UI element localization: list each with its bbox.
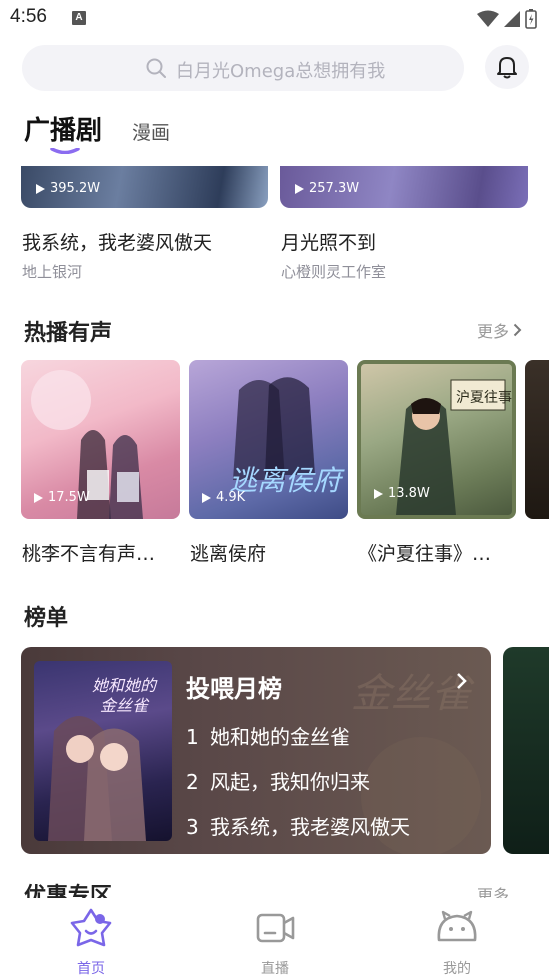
rank-card-peek[interactable]: [503, 647, 549, 854]
drama-card-cover[interactable]: 395.2W: [21, 166, 268, 208]
search-bar[interactable]: 白月光Omega总想拥有我: [22, 45, 464, 91]
chevron-right-icon[interactable]: [456, 672, 468, 690]
status-icons: [477, 9, 537, 29]
live-camera-icon: [256, 913, 295, 943]
cover-art: 她和她的 金丝雀: [48, 676, 158, 841]
drama-card-cover-peek[interactable]: [525, 360, 549, 519]
nav-live-label: 直播: [261, 961, 289, 976]
bell-icon: [497, 57, 517, 79]
drama-title[interactable]: 月光照不到: [281, 228, 376, 255]
play-icon: [295, 183, 304, 194]
search-placeholder: 白月光Omega总想拥有我: [176, 61, 386, 82]
tab-comic[interactable]: 漫画: [132, 118, 170, 145]
battery-icon: [525, 9, 537, 29]
rank-cover: 她和她的 金丝雀: [34, 661, 172, 841]
drama-title[interactable]: 《沪夏往事》…: [358, 539, 517, 566]
drama-card-cover[interactable]: 逃离侯府 4.9K: [189, 360, 348, 519]
rank-item[interactable]: 1 她和她的金丝雀: [186, 721, 350, 750]
bottom-nav: 首页 直播 我的: [0, 898, 549, 976]
wifi-icon: [477, 10, 499, 27]
drama-title[interactable]: 我系统，我老婆风傲天: [22, 228, 212, 255]
play-count: 4.9K: [201, 490, 245, 505]
chevron-right-icon: [513, 323, 522, 337]
signal-icon: [504, 11, 520, 27]
notification-a-icon: A: [72, 11, 86, 25]
rank-card[interactable]: 金丝雀 她和她的 金丝雀 投喂月榜 1 她和她的金丝雀 2 风起，我知你归来 3 我系…: [21, 647, 491, 854]
search-icon: [146, 58, 166, 78]
nav-profile[interactable]: 我的: [417, 906, 497, 976]
nav-home[interactable]: 首页: [51, 906, 131, 976]
tab-active-indicator: [50, 148, 80, 154]
home-star-icon: [70, 908, 112, 947]
rank-card-title: 投喂月榜: [186, 675, 282, 703]
drama-card-cover[interactable]: 257.3W: [280, 166, 528, 208]
rank-item[interactable]: 3 我系统，我老婆风傲天: [186, 811, 410, 840]
svg-text:沪夏往事: 沪夏往事: [456, 390, 512, 406]
drama-card-cover[interactable]: 沪夏往事 13.8W: [357, 360, 516, 519]
section-title-rank: 榜单: [24, 606, 69, 631]
drama-author: 心橙则灵工作室: [281, 263, 387, 281]
play-count: 13.8W: [373, 486, 430, 501]
more-link-hot[interactable]: 更多: [477, 318, 522, 342]
svg-text:她和她的: 她和她的: [92, 676, 158, 695]
drama-card-cover[interactable]: 17.5W: [21, 360, 180, 519]
status-bar: 4:56 A: [0, 0, 549, 36]
play-count: 257.3W: [294, 181, 359, 196]
nav-home-label: 首页: [77, 961, 105, 976]
section-title-hot: 热播有声: [24, 321, 113, 346]
nav-profile-label: 我的: [443, 961, 471, 976]
svg-text:金丝雀: 金丝雀: [100, 696, 150, 715]
play-icon: [34, 492, 43, 503]
nav-live[interactable]: 直播: [235, 906, 315, 976]
tab-radio-drama[interactable]: 广播剧: [24, 110, 102, 147]
svg-text:逃离侯府: 逃离侯府: [229, 464, 345, 497]
play-icon: [202, 492, 211, 503]
drama-title[interactable]: 逃离侯府: [190, 539, 349, 566]
notification-button[interactable]: [485, 45, 529, 89]
play-count: 395.2W: [35, 181, 100, 196]
rank-item[interactable]: 2 风起，我知你归来: [186, 766, 370, 795]
drama-author: 地上银河: [22, 263, 83, 281]
play-icon: [36, 183, 45, 194]
drama-title[interactable]: 桃李不言有声…: [22, 539, 181, 566]
profile-face-icon: [437, 910, 477, 942]
play-icon: [374, 488, 383, 499]
play-count: 17.5W: [33, 490, 90, 505]
status-time: 4:56: [10, 6, 47, 27]
